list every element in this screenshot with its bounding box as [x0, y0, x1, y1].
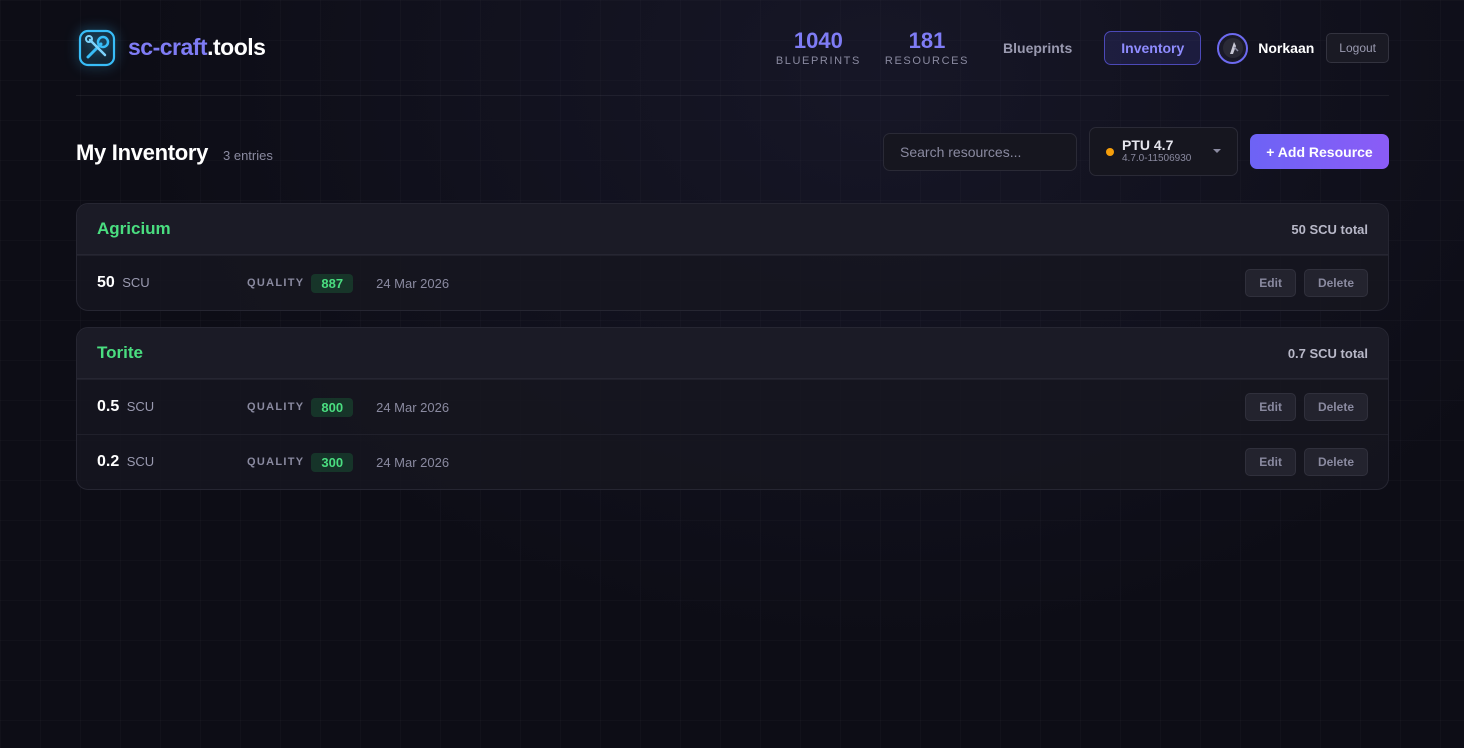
- amount-value: 0.5: [97, 398, 120, 415]
- status-dot-icon: [1106, 147, 1114, 156]
- group-name: Agricium: [97, 219, 171, 238]
- table-row: 0.5 SCU QUALITY 800 24 Mar 2026 Edit Del…: [77, 379, 1388, 434]
- logout-button[interactable]: Logout: [1326, 33, 1389, 63]
- date: 24 Mar 2026: [376, 399, 450, 415]
- entries-count: 3 entries: [223, 148, 273, 163]
- user-avatar-icon: [1222, 38, 1243, 58]
- logo-text-primary: sc-craft: [128, 34, 208, 60]
- quality-badge: 800: [311, 397, 354, 417]
- nav-inventory[interactable]: Inventory: [1104, 31, 1202, 65]
- delete-button[interactable]: Delete: [1303, 448, 1368, 476]
- logo[interactable]: sc-craft.tools: [76, 27, 266, 69]
- inventory-list: Agricium 50 SCU total 50 SCU QUALITY 887…: [76, 203, 1389, 490]
- quality-badge: 300: [311, 452, 354, 472]
- row-actions: Edit Delete: [1245, 393, 1368, 421]
- quality-label: QUALITY: [247, 401, 305, 413]
- amount-value: 50: [97, 274, 115, 291]
- stat-label: RESOURCES: [884, 54, 970, 67]
- top-nav: 1040 BLUEPRINTS 181 RESOURCES Blueprints…: [776, 0, 1389, 96]
- delete-button[interactable]: Delete: [1303, 269, 1368, 297]
- group-total: 0.7 SCU total: [1287, 345, 1368, 361]
- page-title: My Inventory: [76, 140, 209, 165]
- chevron-down-icon: [1213, 149, 1221, 153]
- avatar[interactable]: [1217, 32, 1249, 64]
- amount-unit: SCU: [126, 399, 155, 414]
- table-row: 50 SCU QUALITY 887 24 Mar 2026 Edit Dele…: [77, 255, 1388, 310]
- resource-group-torite: Torite 0.7 SCU total 0.5 SCU QUALITY 800…: [76, 327, 1389, 490]
- date: 24 Mar 2026: [376, 454, 450, 470]
- group-total: 50 SCU total: [1291, 221, 1368, 237]
- wrench-icon: [76, 27, 118, 69]
- quality-label: QUALITY: [247, 456, 305, 468]
- stat-value: 1040: [793, 27, 843, 53]
- stat-value: 181: [908, 27, 946, 53]
- version-selector[interactable]: PTU 4.7 4.7.0-11506930: [1089, 127, 1238, 176]
- logo-text-secondary: .tools: [207, 34, 266, 60]
- amount: 0.5 SCU: [97, 398, 247, 416]
- edit-button[interactable]: Edit: [1245, 269, 1296, 297]
- amount-unit: SCU: [122, 275, 150, 290]
- version-sub: 4.7.0-11506930: [1122, 153, 1192, 164]
- search-input[interactable]: [883, 133, 1077, 171]
- amount: 0.2 SCU: [97, 453, 247, 471]
- logo-text: sc-craft.tools: [128, 34, 266, 61]
- version-text: PTU 4.7 4.7.0-11506930: [1122, 138, 1191, 165]
- group-header: Agricium 50 SCU total: [77, 204, 1388, 255]
- app-container: sc-craft.tools 1040 BLUEPRINTS 181 RESOU…: [76, 0, 1389, 506]
- stat-label: BLUEPRINTS: [775, 54, 861, 67]
- stat-resources: 181 RESOURCES: [884, 27, 970, 67]
- top-header: sc-craft.tools 1040 BLUEPRINTS 181 RESOU…: [76, 0, 1389, 96]
- stat-blueprints: 1040 BLUEPRINTS: [775, 27, 861, 67]
- row-actions: Edit Delete: [1245, 448, 1368, 476]
- username: Norkaan: [1258, 40, 1315, 56]
- table-row: 0.2 SCU QUALITY 300 24 Mar 2026 Edit Del…: [77, 434, 1388, 489]
- page-toolbar: My Inventory 3 entries PTU 4.7 4.7.0-115…: [76, 96, 1389, 206]
- quality-label: QUALITY: [247, 277, 305, 289]
- edit-button[interactable]: Edit: [1245, 448, 1296, 476]
- amount: 50 SCU: [97, 274, 247, 292]
- row-actions: Edit Delete: [1245, 269, 1368, 297]
- quality-badge: 887: [311, 273, 354, 293]
- date: 24 Mar 2026: [376, 275, 450, 291]
- version-main: PTU 4.7: [1122, 137, 1174, 153]
- add-resource-button[interactable]: + Add Resource: [1250, 134, 1389, 169]
- group-header: Torite 0.7 SCU total: [77, 328, 1388, 379]
- delete-button[interactable]: Delete: [1303, 393, 1368, 421]
- nav-blueprints[interactable]: Blueprints: [1003, 40, 1072, 56]
- amount-value: 0.2: [97, 453, 120, 470]
- resource-group-agricium: Agricium 50 SCU total 50 SCU QUALITY 887…: [76, 203, 1389, 311]
- edit-button[interactable]: Edit: [1245, 393, 1296, 421]
- amount-unit: SCU: [126, 454, 155, 469]
- group-name: Torite: [97, 343, 143, 362]
